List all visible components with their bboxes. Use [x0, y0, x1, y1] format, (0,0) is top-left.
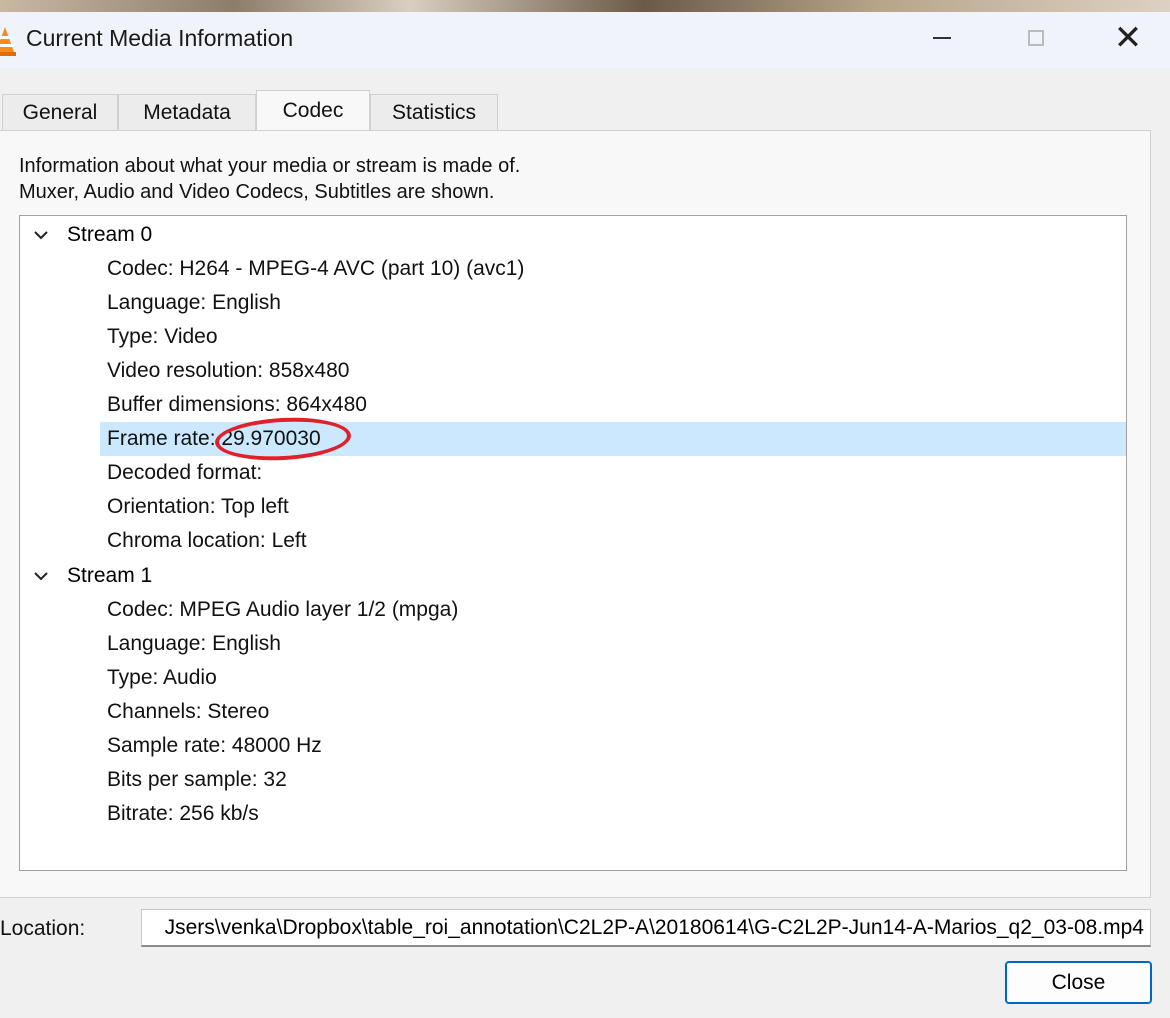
maximize-button[interactable]	[1006, 12, 1066, 64]
vlc-cone-icon	[0, 26, 16, 56]
tab-statistics[interactable]: Statistics	[370, 94, 498, 130]
close-window-button[interactable]: ✕	[1098, 12, 1158, 64]
tree-item[interactable]: Type: Video	[100, 320, 1126, 354]
tree-item[interactable]: Bits per sample: 32	[100, 763, 1126, 797]
minimize-button[interactable]	[912, 12, 972, 64]
minimize-icon	[933, 37, 951, 39]
info-line-1: Information about what your media or str…	[19, 155, 521, 177]
prop-text: Decoded format:	[107, 461, 263, 484]
prop-text: Codec: MPEG Audio layer 1/2 (mpga)	[107, 598, 459, 621]
codec-panel: Information about what your media or str…	[0, 130, 1151, 898]
prop-text: Language: English	[107, 632, 281, 655]
chevron-down-icon[interactable]	[34, 569, 48, 583]
stream-1-header[interactable]: Stream 1	[20, 559, 1126, 593]
prop-text: Video resolution: 858x480	[107, 359, 350, 382]
maximize-icon	[1028, 30, 1044, 46]
background-strip	[0, 0, 1170, 12]
tree-item[interactable]: Buffer dimensions: 864x480	[100, 388, 1126, 422]
prop-text: Type: Audio	[107, 666, 217, 689]
prop-text: Bits per sample: 32	[107, 768, 287, 791]
location-label: Location:	[0, 917, 86, 940]
tree-item[interactable]: Codec: H264 - MPEG-4 AVC (part 10) (avc1…	[100, 252, 1126, 286]
prop-text: Chroma location: Left	[107, 529, 307, 552]
tab-codec[interactable]: Codec	[256, 90, 370, 131]
codec-description: Information about what your media or str…	[19, 153, 520, 205]
tree-item[interactable]: Bitrate: 256 kb/s	[100, 797, 1126, 831]
stream-label: Stream 0	[67, 223, 153, 246]
stream-label: Stream 1	[67, 564, 153, 587]
tree-item[interactable]: Video resolution: 858x480	[100, 354, 1126, 388]
tree-item[interactable]: Codec: MPEG Audio layer 1/2 (mpga)	[100, 593, 1126, 627]
chevron-down-icon[interactable]	[34, 228, 48, 242]
window-title: Current Media Information	[26, 25, 294, 51]
tree-item[interactable]: Sample rate: 48000 Hz	[100, 729, 1126, 763]
prop-text: Language: English	[107, 291, 281, 314]
close-button[interactable]: Close	[1005, 961, 1152, 1004]
tree-item[interactable]: Language: English	[100, 286, 1126, 320]
tree-item[interactable]: Channels: Stereo	[100, 695, 1126, 729]
stream-0-header[interactable]: Stream 0	[20, 218, 1126, 252]
location-path: Jsers\venka\Dropbox\table_roi_annotation…	[164, 916, 1144, 939]
tree-item[interactable]: Chroma location: Left	[100, 524, 1126, 558]
prop-text: Sample rate: 48000 Hz	[107, 734, 322, 757]
prop-text: Channels: Stereo	[107, 700, 270, 723]
tab-general[interactable]: General	[2, 94, 118, 130]
location-field[interactable]: Jsers\venka\Dropbox\table_roi_annotation…	[141, 909, 1151, 947]
prop-text: Codec: H264 - MPEG-4 AVC (part 10) (avc1…	[107, 257, 525, 280]
tree-item[interactable]: Type: Audio	[100, 661, 1126, 695]
prop-text: Buffer dimensions: 864x480	[107, 393, 367, 416]
prop-text: Bitrate: 256 kb/s	[107, 802, 259, 825]
tree-item[interactable]: Decoded format:	[100, 456, 1126, 490]
tree-item[interactable]: Orientation: Top left	[100, 490, 1126, 524]
info-line-2: Muxer, Audio and Video Codecs, Subtitles…	[19, 181, 495, 203]
stream-tree[interactable]: Stream 0 Codec: H264 - MPEG-4 AVC (part …	[19, 215, 1127, 871]
prop-text: Orientation: Top left	[107, 495, 289, 518]
prop-text: Type: Video	[107, 325, 218, 348]
close-icon: ✕	[1113, 19, 1143, 57]
tree-item[interactable]: Language: English	[100, 627, 1126, 661]
tab-metadata[interactable]: Metadata	[118, 94, 256, 130]
title-bar: Current Media Information ✕	[0, 12, 1170, 68]
